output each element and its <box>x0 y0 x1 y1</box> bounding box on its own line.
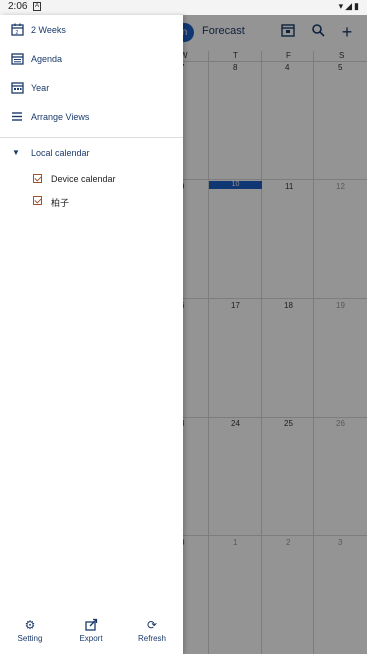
system-icons: ▾◢▮ <box>339 1 361 12</box>
svg-text:2: 2 <box>16 30 19 36</box>
checkbox-checked-icon[interactable] <box>33 196 42 205</box>
nav-item-year[interactable]: Year <box>0 75 183 103</box>
nav-label: Arrange Views <box>31 112 90 122</box>
refresh-icon: ⟳ <box>146 618 158 632</box>
battery-icon: ▮ <box>354 1 361 11</box>
calendar-item-2[interactable]: 柏子 <box>0 193 183 209</box>
export-icon <box>61 618 121 632</box>
setting-button[interactable]: ⚙ Setting <box>0 618 60 648</box>
nav-label: Year <box>31 83 50 93</box>
nav-label: Agenda <box>31 54 63 64</box>
calendar-2-icon: 2 <box>11 23 24 36</box>
status-bar: 2:06 A ▾◢▮ <box>0 0 367 15</box>
menu-icon <box>11 110 24 123</box>
calendar-label: 柏子 <box>51 198 70 208</box>
nav-item-arrange-views[interactable]: Arrange Views <box>0 104 183 132</box>
signal-icon: ◢ <box>345 1 355 11</box>
refresh-button[interactable]: ⟳ Refresh <box>122 618 182 648</box>
setting-label: Setting <box>17 634 43 643</box>
export-button[interactable]: Export <box>61 618 121 648</box>
checkbox-checked-icon[interactable] <box>33 174 42 183</box>
agenda-icon <box>11 52 24 65</box>
gear-icon: ⚙ <box>24 618 36 632</box>
collapse-triangle-icon: ▼ <box>12 148 20 157</box>
navigation-drawer: 2 2 Weeks Agenda Year Arrange Views ▼ Lo… <box>0 15 183 654</box>
calendar-label: Device calendar <box>51 174 116 184</box>
refresh-label: Refresh <box>137 634 166 643</box>
year-icon <box>11 81 24 94</box>
nav-label: 2 Weeks <box>31 25 66 35</box>
group-label: Local calendar <box>31 148 90 158</box>
status-time: 2:06 <box>8 1 28 12</box>
nav-item-agenda[interactable]: Agenda <box>0 46 183 74</box>
local-calendar-group[interactable]: ▼ Local calendar <box>0 145 183 161</box>
notification-icon: A <box>33 2 41 11</box>
divider <box>0 137 183 138</box>
nav-item-2-weeks[interactable]: 2 2 Weeks <box>0 17 183 45</box>
calendar-item-device[interactable]: Device calendar <box>0 171 183 187</box>
export-label: Export <box>79 634 103 643</box>
